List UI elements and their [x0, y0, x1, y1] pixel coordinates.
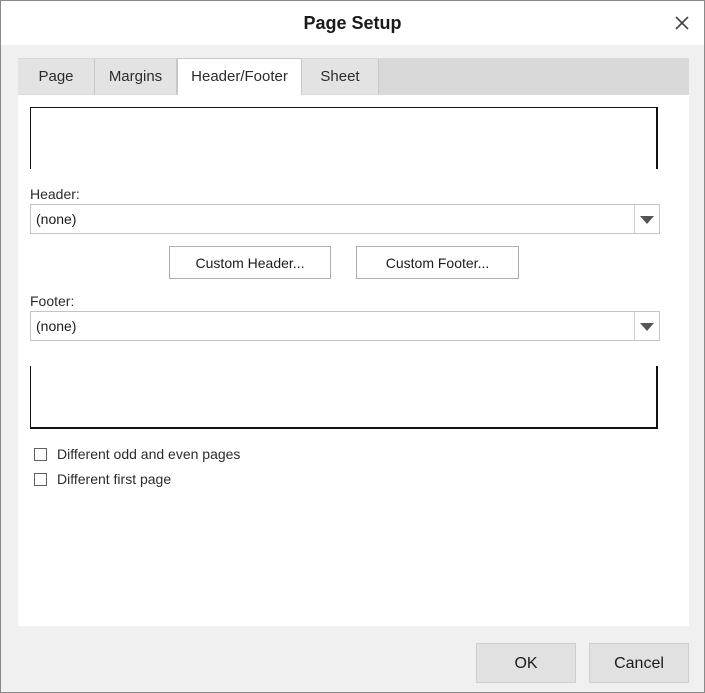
close-icon [675, 16, 689, 30]
tab-margins[interactable]: Margins [95, 59, 177, 94]
tab-panel: Page Margins Header/Footer Sheet Header:… [18, 58, 689, 626]
footer-dropdown-value: (none) [36, 318, 77, 334]
odd-even-checkbox[interactable] [34, 448, 47, 461]
close-button[interactable] [668, 9, 696, 37]
first-page-label: Different first page [57, 471, 172, 487]
tab-header-footer[interactable]: Header/Footer [177, 58, 302, 95]
header-label: Header: [30, 186, 80, 202]
footer-label: Footer: [30, 293, 75, 309]
tab-sheet[interactable]: Sheet [302, 59, 379, 94]
footer-preview [30, 366, 658, 429]
custom-header-button[interactable]: Custom Header... [169, 246, 331, 279]
ok-button[interactable]: OK [476, 643, 576, 683]
cancel-button[interactable]: Cancel [589, 643, 689, 683]
page-setup-dialog: Page Setup Page Margins Header/Footer Sh… [0, 0, 705, 693]
dialog-title: Page Setup [303, 13, 402, 33]
odd-even-label: Different odd and even pages [57, 446, 241, 462]
chevron-down-icon [640, 323, 654, 331]
header-dropdown[interactable]: (none) [30, 204, 660, 234]
tab-strip: Page Margins Header/Footer Sheet [18, 58, 689, 95]
footer-dropdown[interactable]: (none) [30, 311, 660, 341]
title-bar: Page Setup [1, 1, 704, 45]
header-dropdown-value: (none) [36, 211, 77, 227]
footer-dropdown-toggle[interactable] [634, 312, 659, 340]
header-preview [30, 107, 658, 169]
custom-footer-button[interactable]: Custom Footer... [356, 246, 519, 279]
chevron-down-icon [640, 216, 654, 224]
header-dropdown-toggle[interactable] [634, 205, 659, 233]
tab-page[interactable]: Page [18, 59, 95, 94]
first-page-checkbox[interactable] [34, 473, 47, 486]
